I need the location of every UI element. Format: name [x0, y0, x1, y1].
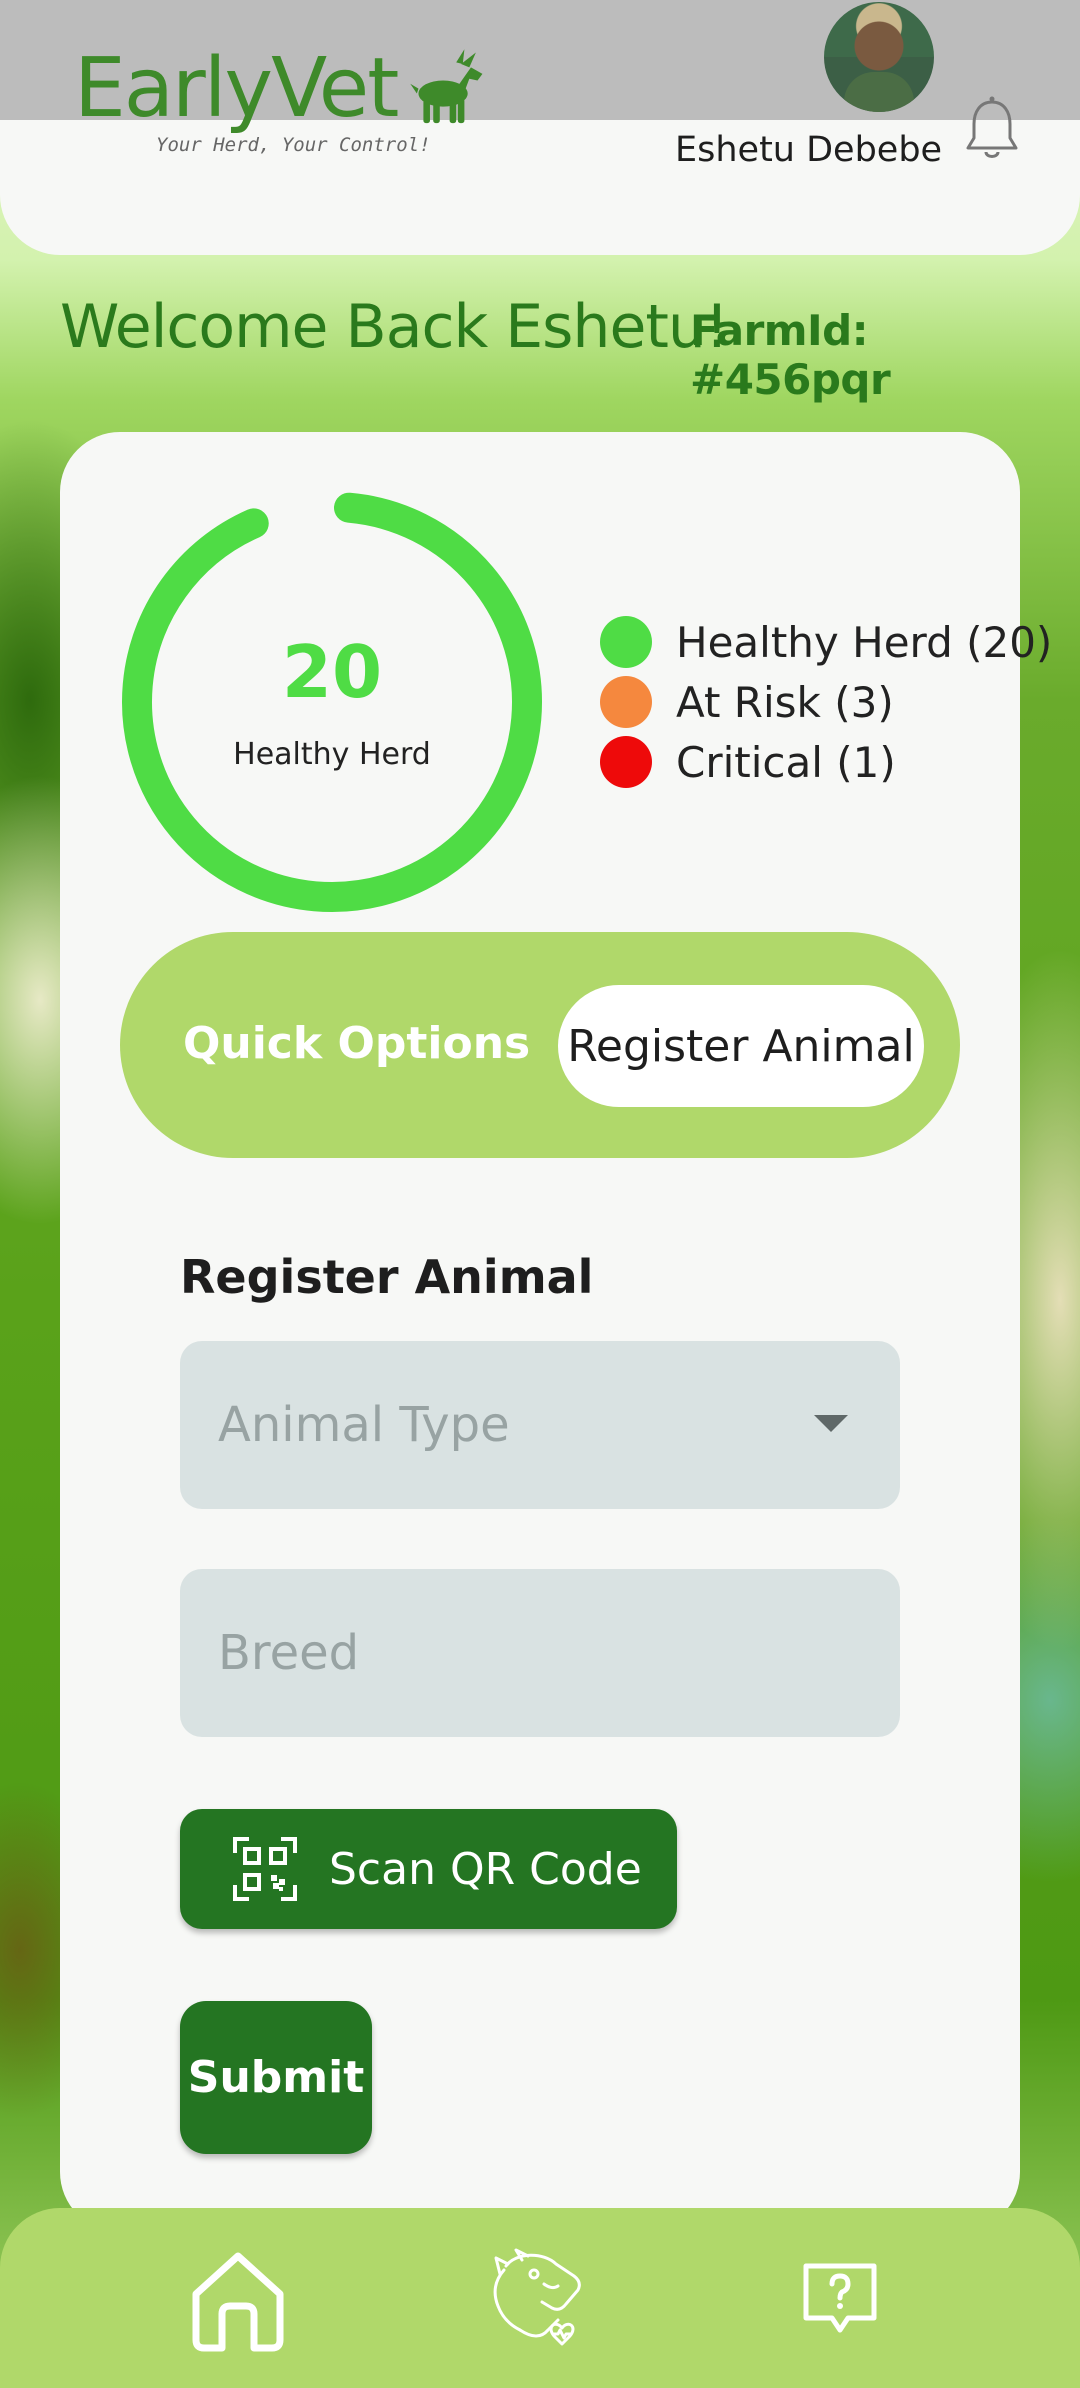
animal-health-icon[interactable] [486, 2246, 594, 2352]
welcome-message: Welcome Back Eshetu! [60, 292, 729, 362]
legend-dot-at-risk [600, 676, 652, 728]
breed-placeholder: Breed [218, 1625, 360, 1681]
user-avatar[interactable] [824, 2, 934, 112]
goat-icon [410, 49, 483, 124]
animal-type-select[interactable]: Animal Type [180, 1341, 900, 1509]
scan-qr-label: Scan QR Code [329, 1843, 642, 1895]
quick-options-title: Quick Options [183, 1018, 531, 1069]
legend-dot-critical [600, 736, 652, 788]
donut-value: 20 [281, 630, 383, 714]
farm-id: FarmId: #456pqr [690, 306, 891, 404]
home-icon[interactable] [186, 2248, 290, 2354]
register-animal-option-button[interactable]: Register Animal [558, 985, 924, 1107]
bell-icon[interactable] [962, 94, 1022, 162]
herd-legend: Healthy Herd (20) At Risk (3) Critical (… [600, 612, 1052, 792]
scan-qr-code-button[interactable]: Scan QR Code [180, 1809, 677, 1929]
legend-label: Healthy Herd (20) [676, 617, 1053, 667]
qr-code-icon [233, 1837, 297, 1901]
legend-dot-healthy [600, 616, 652, 668]
bottom-navigation [0, 2208, 1080, 2388]
legend-item-at-risk: At Risk (3) [600, 672, 1052, 732]
user-name: Eshetu Debebe [675, 130, 943, 170]
help-icon[interactable] [800, 2260, 880, 2336]
animal-type-placeholder: Animal Type [218, 1397, 510, 1453]
app-title: EarlyVet [74, 41, 399, 136]
legend-label: Critical (1) [676, 737, 896, 787]
legend-item-critical: Critical (1) [600, 732, 1052, 792]
legend-item-healthy: Healthy Herd (20) [600, 612, 1052, 672]
donut-label: Healthy Herd [233, 737, 431, 772]
chevron-down-icon [814, 1415, 848, 1432]
legend-label: At Risk (3) [676, 677, 894, 727]
submit-button[interactable]: Submit [180, 2001, 372, 2154]
breed-input[interactable]: Breed [180, 1569, 900, 1737]
app-tagline: Your Herd, Your Control! [156, 134, 431, 156]
register-form-title: Register Animal [180, 1250, 594, 1304]
app-logo: EarlyVet [74, 30, 489, 130]
quick-options-panel: Quick Options Register Animal [120, 932, 960, 1158]
